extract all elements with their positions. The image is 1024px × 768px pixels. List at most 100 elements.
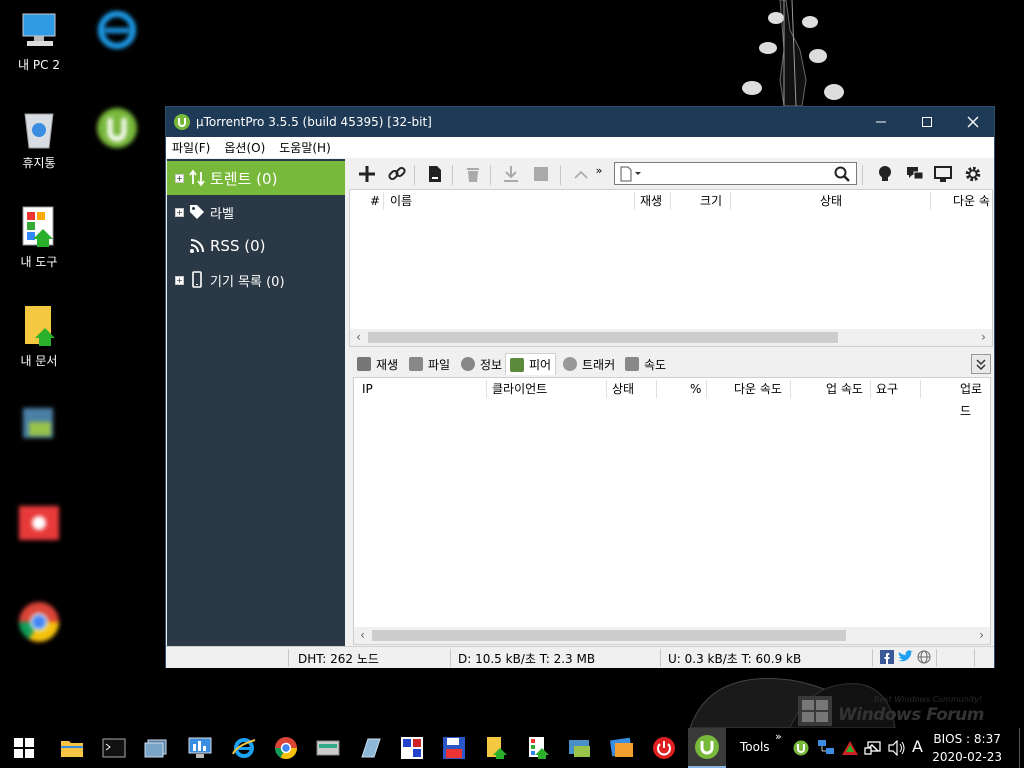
column-header-download-speed[interactable]: 다운 속 [953,190,990,212]
column-header-size[interactable]: 크기 [700,190,722,212]
column-header-download-speed[interactable]: 다운 속도 [734,378,782,400]
scroll-right-icon[interactable]: › [973,627,990,644]
scroll-right-icon[interactable]: › [975,329,992,346]
peer-list[interactable]: IP 클라이언트 상태 % 다운 속도 업 속도 요구 업로드 ‹ › [353,377,991,645]
title-bar[interactable]: µTorrentPro 3.5.5 (build 45395) [32-bit] [166,107,994,137]
taskbar-app[interactable] [356,734,384,762]
ethernet-icon[interactable] [864,740,882,756]
torrent-list[interactable]: # 이름 재생 크기 상태 다운 속 ‹ › [349,189,993,347]
desktop-icon-blurred[interactable] [78,106,156,156]
move-up-button[interactable] [570,163,592,185]
sidebar-item-labels[interactable]: + 라벨 [167,195,345,229]
show-desktop-button[interactable] [1019,728,1024,768]
sidebar-item-torrents[interactable]: + 토렌트 (0) [167,161,345,195]
expand-toggle-icon[interactable]: + [175,173,184,183]
add-link-button[interactable] [386,163,408,185]
taskbar-power[interactable] [650,734,678,762]
sidebar-item-devices[interactable]: + 기기 목록 (0) [167,263,345,297]
taskbar-file-explorer[interactable] [58,734,86,762]
close-button[interactable] [950,107,996,137]
search-box[interactable] [614,162,857,185]
column-header-client[interactable]: 클라이언트 [492,378,547,400]
tab-files[interactable]: 파일 [405,353,454,375]
minimize-button[interactable] [858,107,904,137]
scroll-left-icon[interactable]: ‹ [350,329,367,346]
stop-button[interactable] [530,163,552,185]
column-header-percent[interactable]: % [690,378,701,400]
start-button[interactable] [10,734,38,762]
search-provider-icon[interactable] [619,166,643,182]
expand-toggle-icon[interactable]: + [175,275,184,285]
network-tray-icon[interactable] [817,739,835,757]
scrollbar-thumb[interactable] [368,332,838,343]
taskbar-app[interactable] [566,734,594,762]
menu-file[interactable]: 파일(F) [172,139,210,156]
volume-icon[interactable] [887,740,907,756]
column-header-ip[interactable]: IP [362,378,373,400]
column-header-name[interactable]: 이름 [390,190,412,212]
expand-toggle-icon[interactable]: + [175,207,184,217]
column-header-status[interactable]: 상태 [612,378,634,400]
twitter-icon[interactable] [897,650,913,664]
taskbar-app[interactable] [314,734,342,762]
sidebar-item-rss[interactable]: RSS (0) [167,229,345,263]
taskbar-utorrent-active[interactable] [688,728,726,768]
utorrent-tray-icon[interactable] [793,740,809,756]
taskbar-app[interactable] [482,734,510,762]
facebook-icon[interactable] [880,650,894,664]
start-download-button[interactable] [500,163,522,185]
menu-options[interactable]: 옵션(O) [224,139,265,156]
desktop-icon-recycle-bin[interactable]: 휴지통 [0,106,78,170]
column-header-requests[interactable]: 요구 [876,378,898,400]
desktop-icon-blurred[interactable] [0,500,78,550]
menu-help[interactable]: 도움말(H) [279,139,331,156]
scroll-left-icon[interactable]: ‹ [354,627,371,644]
taskbar-app[interactable] [524,734,552,762]
desktop-icon-my-documents[interactable]: 내 문서 [0,304,78,368]
create-torrent-button[interactable] [424,163,446,185]
column-header-status[interactable]: 상태 [820,190,842,212]
toolbar-overflow-button[interactable]: » [592,159,606,181]
tab-peers[interactable]: 피어 [505,353,557,375]
taskbar-command-prompt[interactable] [100,734,128,762]
taskbar-app[interactable] [608,734,636,762]
alert-tray-icon[interactable] [841,740,859,756]
taskbar-app[interactable] [398,734,426,762]
tab-info[interactable]: 정보 [457,353,506,375]
tab-speed[interactable]: 속도 [621,353,670,375]
toolbar-overflow-button[interactable]: » [775,730,782,743]
column-separator [486,380,487,398]
desktop-icon-my-tools[interactable]: 내 도구 [0,205,78,269]
column-header-uploaded[interactable]: 업로드 [960,378,990,418]
maximize-button[interactable] [904,107,950,137]
collapse-panel-button[interactable] [971,354,991,374]
tools-toolbar-label[interactable]: Tools [740,740,770,754]
taskbar-internet-explorer[interactable] [230,734,258,762]
horizontal-scrollbar[interactable]: ‹ › [350,329,992,346]
desktop-icon-blurred[interactable] [0,402,78,452]
add-torrent-button[interactable] [356,163,378,185]
horizontal-scrollbar[interactable]: ‹ › [354,627,990,644]
search-icon[interactable] [834,166,850,182]
taskbar-app[interactable] [142,734,170,762]
taskbar-app[interactable] [440,734,468,762]
column-header-play[interactable]: 재생 [640,190,662,212]
remove-button[interactable] [462,163,484,185]
scrollbar-thumb[interactable] [372,630,846,641]
taskbar-clock[interactable]: BIOS : 8:37 2020-02-23 [932,730,1002,766]
desktop-icon-this-pc[interactable]: 내 PC 2 [0,8,78,72]
column-header-upload-speed[interactable]: 업 속도 [826,378,863,400]
desktop-icon-blurred[interactable] [78,8,156,58]
chat-button[interactable] [904,163,926,185]
settings-button[interactable] [962,163,984,185]
feature-button[interactable] [874,163,896,185]
taskbar-app[interactable] [186,734,214,762]
tab-trackers[interactable]: 트래커 [559,353,619,375]
column-header-number[interactable]: # [370,190,380,212]
remote-button[interactable] [932,163,954,185]
globe-icon[interactable] [917,650,931,664]
tab-play[interactable]: 재생 [353,353,402,375]
input-method-indicator[interactable]: A [912,737,923,756]
taskbar-chrome[interactable] [272,734,300,762]
desktop-icon-blurred[interactable] [0,600,78,650]
